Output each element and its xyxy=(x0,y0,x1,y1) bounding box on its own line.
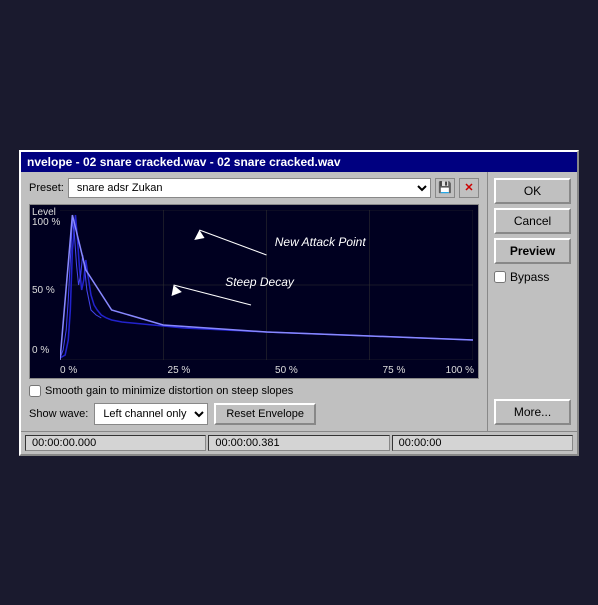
wave-select[interactable]: Left channel only xyxy=(94,403,208,425)
preset-row: Preset: snare adsr Zukan 💾 ✕ xyxy=(29,178,479,198)
status-time2: 00:00:00.381 xyxy=(208,435,389,451)
smooth-checkbox[interactable] xyxy=(29,385,41,397)
save-preset-button[interactable]: 💾 xyxy=(435,178,455,198)
window-title: nvelope - 02 snare cracked.wav - 02 snar… xyxy=(27,155,341,169)
bypass-row: Bypass xyxy=(494,270,571,284)
status-time3: 00:00:00 xyxy=(392,435,573,451)
left-panel: Preset: snare adsr Zukan 💾 ✕ Level 100 %… xyxy=(21,172,487,431)
preview-button[interactable]: Preview xyxy=(494,238,571,264)
title-bar: nvelope - 02 snare cracked.wav - 02 snar… xyxy=(21,152,577,172)
y-axis-0: 0 % xyxy=(32,345,49,356)
x-axis-100: 100 % xyxy=(446,365,474,376)
smooth-label: Smooth gain to minimize distortion on st… xyxy=(45,385,293,397)
preset-select[interactable]: snare adsr Zukan xyxy=(68,178,431,198)
ok-button[interactable]: OK xyxy=(494,178,571,204)
chart-plot: New Attack Point Steep Decay xyxy=(60,210,473,360)
wave-label: Show wave: xyxy=(29,408,88,420)
main-content: Preset: snare adsr Zukan 💾 ✕ Level 100 %… xyxy=(21,172,577,431)
x-axis-25: 25 % xyxy=(168,365,191,376)
status-bar: 00:00:00.000 00:00:00.381 00:00:00 xyxy=(21,431,577,454)
wave-row: Show wave: Left channel only Reset Envel… xyxy=(29,403,479,425)
main-window: nvelope - 02 snare cracked.wav - 02 snar… xyxy=(19,150,579,456)
x-axis-0: 0 % xyxy=(60,365,77,376)
preset-label: Preset: xyxy=(29,182,64,194)
y-axis-50: 50 % xyxy=(32,285,55,296)
right-panel: OK Cancel Preview Bypass More... xyxy=(487,172,577,431)
chart-area: Level 100 % 50 % 0 % xyxy=(29,204,479,379)
bypass-checkbox[interactable] xyxy=(494,271,506,283)
status-time1: 00:00:00.000 xyxy=(25,435,206,451)
bypass-label: Bypass xyxy=(510,270,549,284)
x-axis-50: 50 % xyxy=(275,365,298,376)
annotation-attack: New Attack Point xyxy=(275,235,366,249)
cancel-button[interactable]: Cancel xyxy=(494,208,571,234)
y-axis-100: 100 % xyxy=(32,217,60,228)
smooth-row: Smooth gain to minimize distortion on st… xyxy=(29,385,479,397)
annotation-decay: Steep Decay xyxy=(225,275,294,289)
x-axis-75: 75 % xyxy=(383,365,406,376)
more-button[interactable]: More... xyxy=(494,399,571,425)
delete-preset-button[interactable]: ✕ xyxy=(459,178,479,198)
reset-envelope-button[interactable]: Reset Envelope xyxy=(214,403,316,425)
